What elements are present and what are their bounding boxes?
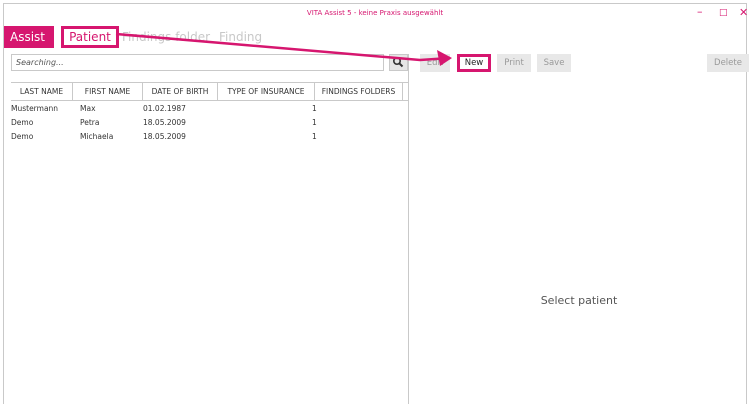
patient-list-pane: Searching... LAST NAME FIRST NAME DATE O… (11, 54, 409, 404)
table-row[interactable]: Demo Michaela 18.05.2009 1 (11, 130, 408, 144)
cell-date-of-birth: 18.05.2009 (143, 118, 186, 127)
cell-findings-folders: 1 (312, 104, 317, 113)
print-button[interactable]: Print (497, 54, 531, 72)
save-button[interactable]: Save (537, 54, 571, 72)
cell-findings-folders: 1 (312, 118, 317, 127)
patient-detail-pane: Edit New Print Save Delete Select patien… (412, 54, 749, 404)
cell-first-name: Max (80, 104, 96, 113)
delete-button[interactable]: Delete (707, 54, 749, 72)
tab-finding[interactable]: Finding (219, 26, 262, 48)
column-header-findings-folders[interactable]: FINDINGS FOLDERS (314, 83, 403, 100)
table-row[interactable]: Demo Petra 18.05.2009 1 (11, 116, 408, 130)
cell-last-name: Demo (11, 132, 34, 141)
column-header-last-name[interactable]: LAST NAME (11, 83, 72, 100)
table-row[interactable]: Mustermann Max 01.02.1987 1 (11, 102, 408, 116)
window-title: VITA Assist 5 - keine Praxis ausgewählt (306, 9, 444, 17)
edit-button[interactable]: Edit (420, 54, 450, 72)
tab-patient[interactable]: Patient (61, 26, 119, 48)
close-icon[interactable]: ✕ (739, 6, 748, 19)
cell-date-of-birth: 18.05.2009 (143, 132, 186, 141)
select-patient-message: Select patient (540, 294, 618, 307)
tab-findings-folder[interactable]: Findings folder (122, 26, 210, 48)
cell-first-name: Petra (80, 118, 100, 127)
search-button[interactable] (389, 54, 408, 71)
cell-first-name: Michaela (80, 132, 114, 141)
new-button[interactable]: New (457, 54, 491, 72)
main-tabs: Assist Patient Findings folder Finding (4, 26, 746, 48)
search-icon (392, 56, 404, 68)
app-window: VITA Assist 5 - keine Praxis ausgewählt … (3, 3, 749, 404)
column-header-first-name[interactable]: FIRST NAME (72, 83, 142, 100)
cell-last-name: Demo (11, 118, 34, 127)
patient-table-body: Mustermann Max 01.02.1987 1 Demo Petra 1… (11, 102, 408, 144)
cell-findings-folders: 1 (312, 132, 317, 141)
column-header-type-of-insurance[interactable]: TYPE OF INSURANCE (217, 83, 314, 100)
maximize-icon[interactable]: □ (719, 8, 728, 18)
table-header: LAST NAME FIRST NAME DATE OF BIRTH TYPE … (11, 82, 408, 101)
cell-last-name: Mustermann (11, 104, 59, 113)
column-header-date-of-birth[interactable]: DATE OF BIRTH (142, 83, 217, 100)
minimize-icon[interactable]: – (697, 5, 703, 18)
title-bar: VITA Assist 5 - keine Praxis ausgewählt … (4, 4, 748, 24)
search-input[interactable]: Searching... (11, 54, 384, 71)
cell-date-of-birth: 01.02.1987 (143, 104, 186, 113)
tab-assist[interactable]: Assist (4, 26, 54, 48)
